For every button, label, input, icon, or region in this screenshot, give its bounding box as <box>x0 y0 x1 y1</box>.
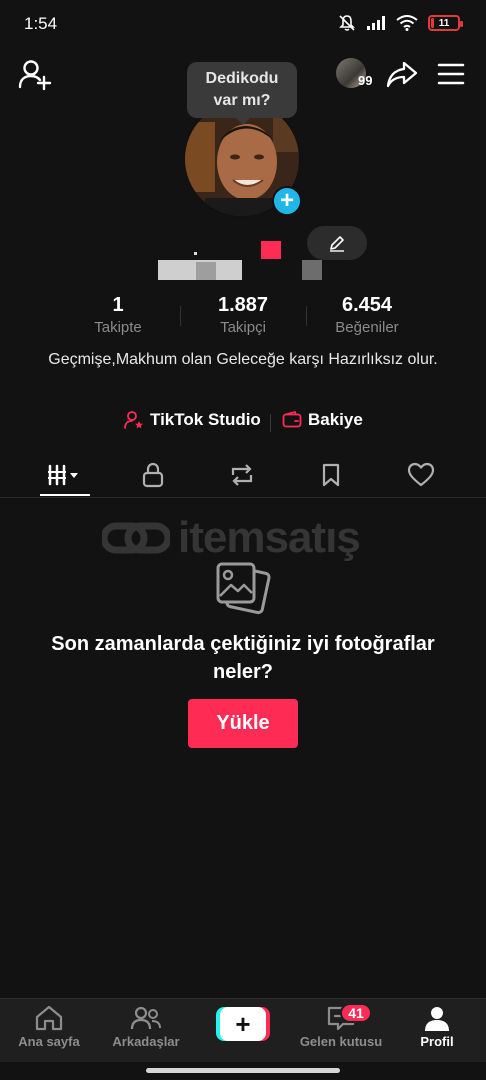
status-bar: 1:54 11 <box>0 0 486 48</box>
mute-icon <box>339 15 355 31</box>
add-friend-icon[interactable] <box>18 58 52 92</box>
tiktok-studio-link[interactable]: TikTok Studio <box>124 410 261 430</box>
status-time: 1:54 <box>24 14 58 33</box>
photos-icon <box>216 562 271 615</box>
content-tabs <box>0 452 486 498</box>
profile-bio: Geçmişe,Makhum olan Geleceğe karşı Hazır… <box>48 351 438 368</box>
home-indicator[interactable] <box>146 1068 340 1073</box>
edit-profile-button[interactable] <box>307 226 367 260</box>
lock-icon <box>142 462 164 488</box>
watermark: itemsatış <box>102 513 392 562</box>
tab-videos[interactable] <box>34 452 94 498</box>
pencil-icon <box>330 236 344 252</box>
inbox-badge: 41 <box>340 1003 372 1023</box>
home-icon <box>35 1005 63 1031</box>
creator-links: TikTok Studio Bakiye <box>0 410 486 436</box>
wifi-icon <box>396 15 418 31</box>
stat-label: Beğeniler <box>335 319 399 336</box>
battery-level <box>431 18 434 28</box>
nav-home[interactable]: Ana sayfa <box>4 1005 94 1049</box>
status-tooltip[interactable]: Dedikodu var mı? <box>187 62 297 125</box>
watermark-logo <box>102 522 170 554</box>
tab-saved[interactable] <box>301 452 361 498</box>
balance-label: Bakiye <box>308 410 363 429</box>
signal-icon <box>367 16 385 30</box>
profile-stats: 1 Takipte 1.887 Takipçi 6.454 Beğeniler <box>0 294 486 338</box>
watermark-text: itemsatış <box>178 513 361 562</box>
username-redacted-mark <box>261 241 281 259</box>
videos-grid-icon <box>48 464 78 486</box>
menu-icon[interactable] <box>436 62 466 88</box>
create-icon: + <box>220 1007 266 1041</box>
create-button[interactable]: + <box>216 1007 270 1041</box>
stat-followers[interactable]: 1.887 Takipçi <box>196 294 290 336</box>
nav-friends[interactable]: Arkadaşlar <box>101 1005 191 1049</box>
friends-icon <box>130 1006 161 1030</box>
nav-home-label: Ana sayfa <box>18 1034 80 1049</box>
share-icon[interactable] <box>386 58 418 90</box>
stat-label: Takipte <box>94 319 142 336</box>
battery-icon: 11 <box>428 15 463 31</box>
nav-profile-label: Profil <box>420 1034 454 1049</box>
profile-icon <box>425 1007 449 1031</box>
studio-user-icon <box>124 411 143 429</box>
stat-following[interactable]: 1 Takipte <box>78 294 158 336</box>
stat-likes[interactable]: 6.454 Beğeniler <box>320 294 414 336</box>
stat-divider <box>306 306 307 326</box>
profile-visitors-count[interactable]: 99 <box>358 73 372 88</box>
username-redacted-end <box>302 260 322 280</box>
balance-link[interactable]: Bakiye <box>282 410 363 430</box>
nav-inbox-label: Gelen kutusu <box>299 1034 383 1049</box>
link-divider <box>270 414 271 432</box>
nav-profile[interactable]: Profil <box>392 1005 482 1049</box>
stat-value: 1.887 <box>217 294 269 316</box>
empty-state-title: Son zamanlarda çektiğiniz iyi fotoğrafla… <box>51 633 435 683</box>
stat-value: 1 <box>112 294 124 316</box>
tab-private[interactable] <box>123 452 183 498</box>
tiktok-studio-label: TikTok Studio <box>150 410 261 429</box>
battery-label: 11 <box>438 17 450 29</box>
heart-icon <box>407 462 435 487</box>
tab-reposts[interactable] <box>212 452 272 498</box>
nav-friends-label: Arkadaşlar <box>112 1034 180 1049</box>
upload-button[interactable]: Yükle <box>188 699 298 748</box>
status-icons: 11 <box>338 14 463 32</box>
tab-liked[interactable] <box>391 452 451 498</box>
add-photo-button[interactable]: + <box>272 186 302 216</box>
name-mark <box>194 252 197 255</box>
wallet-icon <box>282 411 302 428</box>
bookmark-icon <box>322 463 340 487</box>
bottom-nav: Ana sayfa Arkadaşlar + Gelen kutusu 41 P… <box>0 998 486 1062</box>
username-redacted-part <box>196 262 216 280</box>
active-tab-indicator <box>40 494 90 496</box>
stat-label: Takipçi <box>220 319 266 336</box>
repost-icon <box>231 464 253 486</box>
stat-divider <box>180 306 181 326</box>
stat-value: 6.454 <box>341 294 393 316</box>
